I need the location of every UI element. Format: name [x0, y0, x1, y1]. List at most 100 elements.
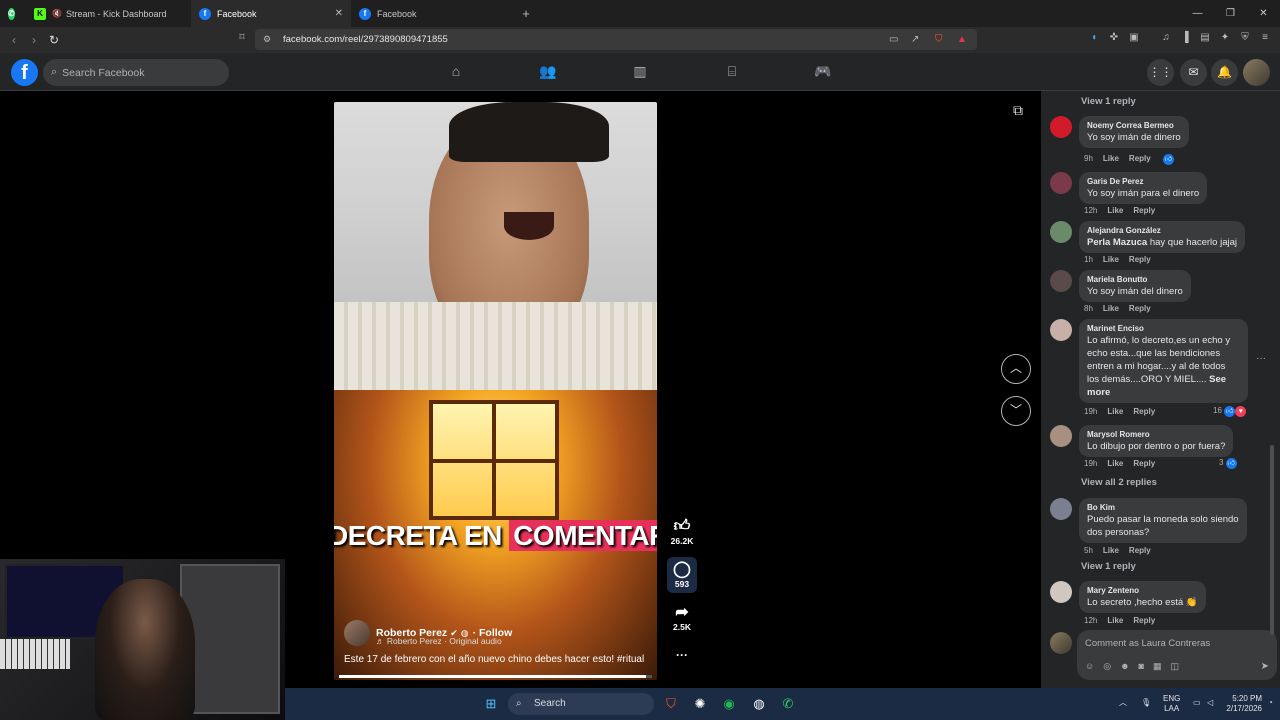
next-reel-button[interactable]: ﹀: [1001, 396, 1031, 426]
spotify-icon[interactable]: ◉: [721, 696, 737, 712]
clock[interactable]: 5:20 PM 2/17/2026: [1220, 694, 1262, 714]
reply-link[interactable]: Reply: [1133, 459, 1155, 468]
vpn-icon[interactable]: ⛨: [1237, 32, 1253, 43]
leo-ai-icon[interactable]: ✦: [1217, 32, 1233, 43]
reply-link[interactable]: Reply: [1133, 407, 1155, 416]
like-link[interactable]: Like: [1107, 616, 1123, 625]
reaction-summary[interactable]: 16 👍︎ ♥: [1213, 406, 1247, 417]
reply-link[interactable]: Reply: [1129, 154, 1151, 163]
reply-link[interactable]: Reply: [1133, 616, 1155, 625]
language-indicator[interactable]: ENG LAA: [1163, 694, 1180, 714]
sticker-icon[interactable]: ◎: [1103, 661, 1120, 671]
extensions-icon[interactable]: ✜: [1106, 32, 1122, 43]
network-icon[interactable]: ▭: [1193, 698, 1201, 708]
reply-link[interactable]: Reply: [1129, 546, 1151, 555]
messenger-icon[interactable]: ✉: [1180, 59, 1207, 86]
tray-chevron-icon[interactable]: ︿: [1119, 698, 1127, 708]
share-action[interactable]: ➦ 2.5K: [667, 604, 697, 632]
minimize-icon[interactable]: —: [1181, 0, 1214, 27]
windows-start-icon[interactable]: ⊞: [483, 696, 499, 712]
mention-link[interactable]: Perla Mazuca: [1087, 237, 1147, 248]
brave-shield-icon[interactable]: ⛉: [935, 34, 943, 45]
commenter-avatar[interactable]: [1050, 498, 1072, 520]
tab-facebook[interactable]: f Facebook: [351, 0, 516, 27]
commenter-name[interactable]: Mariela Bonutto: [1087, 274, 1183, 285]
reply-link[interactable]: Reply: [1133, 206, 1155, 215]
whatsapp-icon[interactable]: ✆: [780, 696, 796, 712]
openai-icon[interactable]: ✺: [692, 696, 708, 712]
menu-icon[interactable]: ≡: [1257, 32, 1273, 43]
taskbar-search[interactable]: ⌕ Search: [508, 693, 654, 715]
commenter-avatar[interactable]: [1050, 221, 1072, 243]
share-icon[interactable]: ↗: [911, 34, 919, 45]
commenter-name[interactable]: Garis De Perez: [1087, 176, 1199, 187]
commenter-name[interactable]: Marinet Enciso: [1087, 323, 1240, 334]
previous-reel-button[interactable]: ︿: [1001, 354, 1031, 384]
menu-grid-icon[interactable]: ⋮⋮: [1147, 59, 1174, 86]
like-link[interactable]: Like: [1107, 407, 1123, 416]
new-tab-button[interactable]: +: [516, 6, 536, 21]
commenter-avatar[interactable]: [1050, 319, 1072, 341]
music-icon[interactable]: ♫: [1158, 32, 1174, 43]
camera-icon[interactable]: ◙: [1139, 661, 1153, 671]
view-reply-link[interactable]: View 1 reply: [1081, 561, 1136, 572]
reload-icon[interactable]: ↻: [44, 33, 64, 47]
like-action[interactable]: 👍︎ 26.2K: [667, 518, 697, 546]
commenter-avatar[interactable]: [1050, 116, 1072, 138]
microphone-icon[interactable]: 🎙: [1141, 698, 1151, 708]
gif-icon[interactable]: ▦: [1153, 661, 1171, 671]
audio-icon[interactable]: ◖: [1086, 32, 1102, 43]
commenter-name[interactable]: Noemy Correa Bermeo: [1087, 120, 1181, 131]
reel-audio[interactable]: ♬ Roberto Perez · Original audio: [376, 636, 502, 646]
comments-scrollbar[interactable]: [1270, 445, 1274, 635]
obs-icon[interactable]: ◍: [751, 696, 767, 712]
url-field[interactable]: ⚙ facebook.com/reel/2973890809471855 ▭ ↗…: [255, 29, 977, 50]
reel-progress-bar[interactable]: [339, 675, 652, 678]
author-avatar[interactable]: [344, 620, 370, 646]
send-icon[interactable]: ➤: [1261, 661, 1269, 672]
commenter-name[interactable]: Alejandra González: [1087, 225, 1237, 236]
facebook-search-input[interactable]: ⌕ Search Facebook: [43, 59, 229, 86]
reader-icon[interactable]: ▣: [1126, 32, 1142, 43]
avatar-sticker-icon[interactable]: ☺: [1085, 661, 1103, 671]
reply-link[interactable]: Reply: [1129, 304, 1151, 313]
brave-icon[interactable]: ⛉: [663, 696, 679, 712]
restore-icon[interactable]: ❐: [1214, 0, 1247, 27]
commenter-avatar[interactable]: [1050, 172, 1072, 194]
brave-rewards-icon[interactable]: ▲: [957, 34, 967, 45]
forward-icon[interactable]: ›: [24, 33, 44, 47]
like-link[interactable]: Like: [1107, 459, 1123, 468]
screen-icon[interactable]: ▭: [889, 34, 898, 45]
video-icon[interactable]: ▥: [630, 63, 650, 81]
wallet-icon[interactable]: ▤: [1197, 32, 1213, 43]
volume-icon[interactable]: ◁: [1207, 698, 1213, 708]
tab-facebook-active[interactable]: f Facebook ✕: [191, 0, 351, 27]
marketplace-icon[interactable]: ⌸: [722, 63, 742, 81]
home-icon[interactable]: ⌂: [446, 63, 466, 81]
notification-bell-icon[interactable]: ◔: [1268, 698, 1273, 708]
profile-avatar[interactable]: [1243, 59, 1270, 86]
reaction-summary[interactable]: 3 👍︎: [1219, 458, 1237, 469]
commenter-avatar[interactable]: [1050, 270, 1072, 292]
view-all-replies-link[interactable]: View all 2 replies: [1081, 477, 1157, 488]
notifications-icon[interactable]: 🔔: [1211, 59, 1238, 86]
facebook-logo[interactable]: f: [11, 59, 38, 86]
view-reply-link[interactable]: View 1 reply: [1081, 96, 1136, 107]
gaming-icon[interactable]: 🎮: [813, 63, 833, 81]
reply-link[interactable]: Reply: [1129, 255, 1151, 264]
like-link[interactable]: Like: [1103, 154, 1119, 163]
commenter-name[interactable]: Marysol Romero: [1087, 429, 1225, 440]
site-info-icon[interactable]: ⚙: [263, 34, 271, 45]
friends-icon[interactable]: 👥: [538, 63, 558, 81]
commenter-avatar[interactable]: [1050, 581, 1072, 603]
comment-options-icon[interactable]: ···: [1256, 353, 1266, 364]
like-link[interactable]: Like: [1103, 546, 1119, 555]
sticker-square-icon[interactable]: ◫: [1171, 661, 1189, 671]
back-icon[interactable]: ‹: [4, 33, 24, 47]
commenter-name[interactable]: Bo Kim: [1087, 502, 1239, 513]
toggle-panel-icon[interactable]: ⧉: [1013, 102, 1023, 119]
close-window-icon[interactable]: ✕: [1247, 0, 1280, 27]
tab-kick-dashboard[interactable]: K 🔇 Stream - Kick Dashboard: [26, 0, 191, 27]
reel-video[interactable]: DECRETA EN COMENTARIOS Roberto Perez ✔ ◍…: [334, 102, 657, 680]
commenter-name[interactable]: Mary Zenteno: [1087, 585, 1198, 596]
